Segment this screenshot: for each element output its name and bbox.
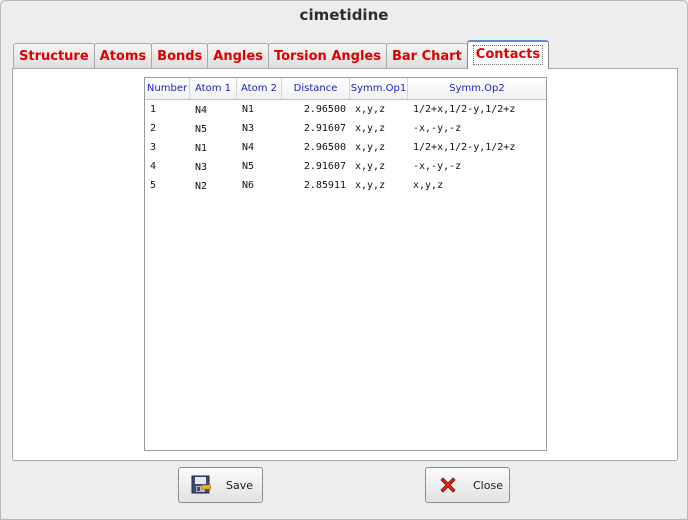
cell-distance: 2.96500 bbox=[303, 142, 346, 153]
cell-symm-op2: 1/2+x,1/2-y,1/2+z bbox=[413, 104, 516, 115]
save-icon bbox=[191, 475, 211, 495]
cell-number: 1 bbox=[150, 104, 157, 115]
cell-symm-op1: x,y,z bbox=[355, 180, 386, 191]
cell-symm-op2: -x,-y,-z bbox=[413, 123, 462, 134]
column-header-atom1[interactable]: Atom 1 bbox=[190, 78, 237, 99]
table-row[interactable]: 5 N2 N6 2.85911 x,y,z x,y,z bbox=[145, 176, 546, 195]
tab-bonds[interactable]: Bonds bbox=[151, 43, 209, 69]
close-icon bbox=[438, 475, 458, 495]
cell-symm-op2: x,y,z bbox=[413, 180, 444, 191]
cell-distance: 2.91607 bbox=[303, 161, 346, 172]
close-button-label: Close bbox=[473, 478, 503, 492]
tab-atoms-label: Atoms bbox=[99, 49, 147, 64]
cell-symm-op1: x,y,z bbox=[355, 123, 386, 134]
cell-number: 5 bbox=[150, 180, 157, 191]
column-header-symm-op2[interactable]: Symm.Op2 bbox=[408, 78, 546, 99]
window-title: cimetidine bbox=[299, 6, 389, 24]
tab-angles[interactable]: Angles bbox=[207, 43, 269, 69]
tab-bar-chart[interactable]: Bar Chart bbox=[385, 43, 468, 69]
cell-number: 4 bbox=[150, 161, 157, 172]
table-row[interactable]: 4 N3 N5 2.91607 x,y,z -x,-y,-z bbox=[145, 157, 546, 176]
column-header-distance[interactable]: Distance bbox=[282, 78, 350, 99]
cell-atom2: N5 bbox=[242, 161, 255, 172]
tab-bonds-label: Bonds bbox=[157, 49, 203, 64]
tab-contacts-label: Contacts bbox=[472, 45, 544, 65]
cell-atom1-text: N3 bbox=[195, 161, 208, 173]
cell-atom1: N1 bbox=[190, 142, 237, 154]
cell-atom2: N6 bbox=[242, 180, 255, 191]
cell-symm-op2: 1/2+x,1/2-y,1/2+z bbox=[413, 142, 516, 153]
cell-atom1-text: N5 bbox=[195, 123, 208, 135]
column-header-atom2[interactable]: Atom 2 bbox=[237, 78, 282, 99]
tab-angles-label: Angles bbox=[213, 49, 263, 64]
column-header-number[interactable]: Number bbox=[145, 78, 190, 99]
tab-bar: Structure Atoms Bonds Angles Torsion Ang… bbox=[13, 40, 550, 69]
tab-torsion-angles-label: Torsion Angles bbox=[273, 49, 381, 64]
cell-distance: 2.85911 bbox=[303, 180, 346, 191]
tab-structure[interactable]: Structure bbox=[13, 43, 95, 69]
cell-number: 3 bbox=[150, 142, 157, 153]
table-row[interactable]: 3 N1 N4 2.96500 x,y,z 1/2+x,1/2-y,1/2+z bbox=[145, 138, 546, 157]
cell-atom1: N5 bbox=[190, 123, 237, 135]
contacts-table[interactable]: Number Atom 1 Atom 2 Distance Symm.Op1 S… bbox=[144, 77, 547, 451]
tab-contacts[interactable]: Contacts bbox=[466, 40, 550, 69]
cell-symm-op1: x,y,z bbox=[355, 161, 386, 172]
save-button-label: Save bbox=[226, 478, 254, 492]
cell-symm-op1: x,y,z bbox=[355, 104, 386, 115]
cell-distance: 2.91607 bbox=[303, 123, 346, 134]
table-row[interactable]: 2 N5 N3 2.91607 x,y,z -x,-y,-z bbox=[145, 119, 546, 138]
cell-atom2: N4 bbox=[242, 142, 255, 153]
table-header: Number Atom 1 Atom 2 Distance Symm.Op1 S… bbox=[145, 78, 546, 100]
tab-torsion-angles[interactable]: Torsion Angles bbox=[267, 43, 387, 69]
cell-symm-op2: -x,-y,-z bbox=[413, 161, 462, 172]
cell-atom2: N1 bbox=[242, 104, 255, 115]
cell-atom1-text: N2 bbox=[195, 180, 208, 192]
close-button[interactable]: Close bbox=[425, 467, 510, 503]
cell-distance: 2.96500 bbox=[303, 104, 346, 115]
cell-atom1-text: N4 bbox=[195, 104, 208, 116]
tab-structure-label: Structure bbox=[19, 49, 89, 64]
cell-atom2: N3 bbox=[242, 123, 255, 134]
table-row[interactable]: 1 N4 N1 2.96500 x,y,z 1/2+x,1/2-y,1/2+z bbox=[145, 100, 546, 119]
cell-symm-op1: x,y,z bbox=[355, 142, 386, 153]
dialog-window: cimetidine Structure Atoms Bonds Angles … bbox=[0, 0, 688, 520]
save-button[interactable]: Save bbox=[178, 467, 263, 503]
contacts-panel: Number Atom 1 Atom 2 Distance Symm.Op1 S… bbox=[12, 68, 678, 461]
cell-atom1: N3 bbox=[190, 161, 237, 173]
tab-atoms[interactable]: Atoms bbox=[93, 43, 153, 69]
tab-bar-chart-label: Bar Chart bbox=[391, 49, 462, 64]
cell-atom1: N2 bbox=[190, 180, 237, 192]
cell-atom1-text: N1 bbox=[195, 142, 208, 154]
cell-atom1: N4 bbox=[190, 104, 237, 116]
cell-number: 2 bbox=[150, 123, 157, 134]
column-header-symm-op1[interactable]: Symm.Op1 bbox=[350, 78, 408, 99]
